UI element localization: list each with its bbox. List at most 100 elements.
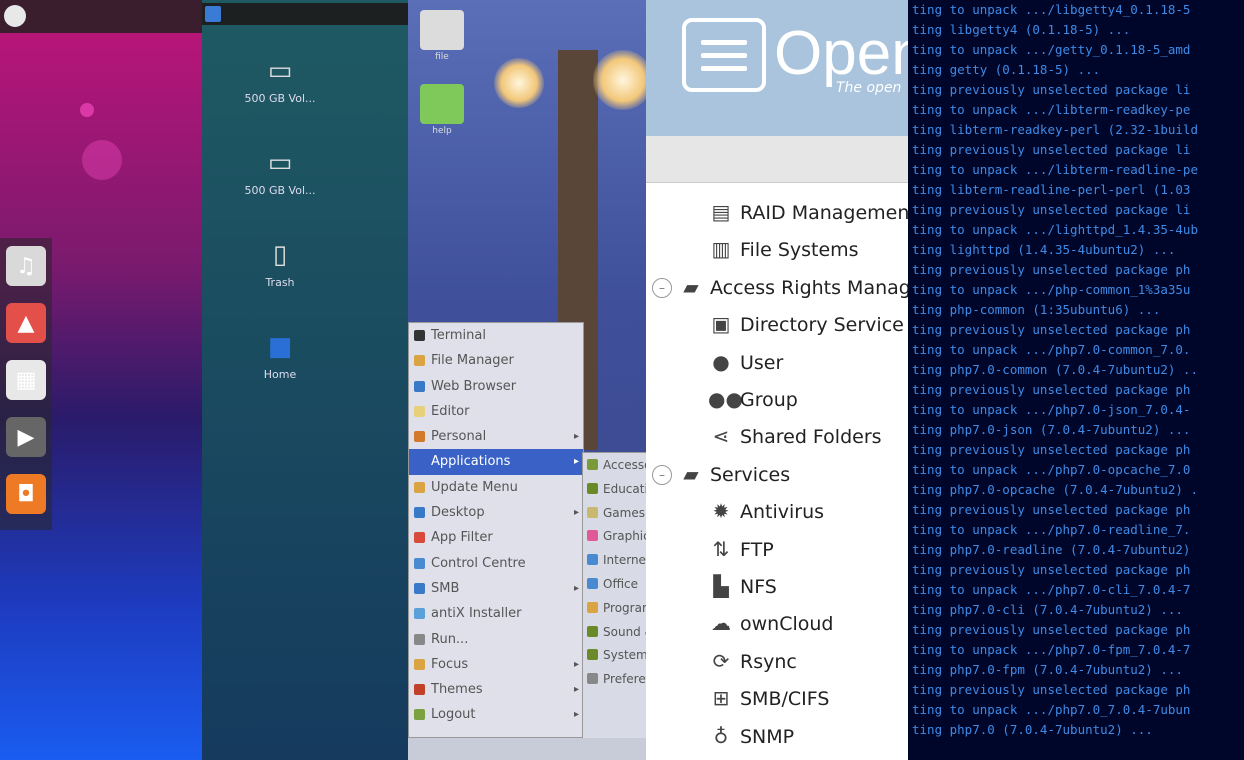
tree-item[interactable]: ⟳ Rsync xyxy=(708,646,797,676)
collapse-toggle-icon[interactable]: – xyxy=(652,465,672,486)
submenu-item[interactable]: Sound & Video xyxy=(583,620,646,644)
menu-item-label: App Filter xyxy=(431,530,493,546)
home-folder-icon: ■ xyxy=(267,332,293,362)
submenu-item[interactable]: Preferences xyxy=(583,667,646,691)
menu-item[interactable]: Logout ▸ xyxy=(409,702,583,727)
desktop-icon[interactable]: help xyxy=(418,84,466,136)
menu-item-icon xyxy=(414,684,425,696)
menu-item[interactable]: Editor xyxy=(409,399,583,424)
menu-item[interactable]: Personal ▸ xyxy=(409,424,583,449)
menu-item[interactable]: Web Browser xyxy=(409,374,583,399)
applications-submenu: Accessories Education Games Graphics Interne… xyxy=(582,452,646,740)
tree-item[interactable]: ●●Group xyxy=(708,384,798,414)
lamp-light xyxy=(593,50,646,110)
menu-item-label: antiX Installer xyxy=(431,606,522,622)
folder-icon: ▰ xyxy=(683,274,699,299)
terminal-line: ting previously unselected package ph xyxy=(912,502,1191,517)
menu-item[interactable]: SMB ▸ xyxy=(409,576,583,601)
submenu-item[interactable]: Internet xyxy=(583,548,646,572)
ubuntu-launcher: ♫ ▲ ▦ ▶ ◘ xyxy=(0,238,52,530)
submenu-item-icon xyxy=(587,673,598,685)
lamp-light xyxy=(494,58,544,108)
user-icon: ● xyxy=(712,349,730,374)
submenu-item-icon xyxy=(587,649,598,661)
menu-item[interactable]: Applications ▸ xyxy=(409,449,583,475)
start-menu-icon[interactable] xyxy=(205,6,221,22)
tree-item[interactable]: ✹ Antivirus xyxy=(708,496,824,526)
group-icon: ●● xyxy=(708,387,743,411)
desktop-icon[interactable]: ▭ 500 GB Vol... xyxy=(220,56,340,105)
collapse-toggle-icon[interactable]: – xyxy=(652,278,672,299)
terminal-line: ting libgetty4 (0.1.18-5) ... xyxy=(912,22,1131,37)
menu-item[interactable]: Update Menu xyxy=(409,475,583,500)
rsync-icon: ⟳ xyxy=(712,648,730,673)
menu-item[interactable]: antiX Installer xyxy=(409,601,583,626)
hamburger-menu-icon[interactable] xyxy=(682,18,766,92)
menu-item-icon xyxy=(414,481,425,493)
windows-icon: ⊞ xyxy=(712,686,730,711)
desktop-icon[interactable]: ■ Home xyxy=(220,332,340,381)
music-player-icon[interactable]: ♫ xyxy=(6,246,46,286)
openmediavault-panel: Open The open ▤ RAID Management ▥ File Syst… xyxy=(646,0,908,760)
submenu-item[interactable]: System xyxy=(583,643,646,667)
terminal-line: ting to unpack .../libterm-readline-pe xyxy=(912,162,1198,177)
raid-icon: ▤ xyxy=(711,200,731,224)
submenu-item[interactable]: Programming xyxy=(583,596,646,620)
menu-item-icon xyxy=(414,456,425,468)
submenu-item[interactable]: Graphics xyxy=(583,524,646,548)
tree-item-label: FTP xyxy=(740,538,774,561)
submenu-item[interactable]: Office xyxy=(583,572,646,596)
menu-item-icon xyxy=(414,709,425,721)
terminal-line: ting previously unselected package ph xyxy=(912,382,1191,397)
tree-item[interactable]: ▥ File Systems xyxy=(708,234,859,264)
submenu-item[interactable]: Education xyxy=(583,477,646,501)
tree-item[interactable]: ☁ ownCloud xyxy=(708,608,833,638)
submenu-item[interactable]: Accessories xyxy=(583,453,646,477)
menu-item[interactable]: Control Centre xyxy=(409,551,583,576)
ubuntu-software-icon[interactable]: ◘ xyxy=(6,474,46,514)
terminal-line: ting php7.0-cli (7.0.4-7ubuntu2) ... xyxy=(912,602,1183,617)
submenu-item-label: Education xyxy=(603,481,646,496)
tree-item[interactable]: ♁ SNMP xyxy=(708,721,794,751)
nfs-icon: ▙ xyxy=(713,574,729,598)
share-icon: ⋖ xyxy=(712,424,730,449)
menu-item-icon xyxy=(414,532,425,544)
image-viewer-icon[interactable]: ▲ xyxy=(6,303,46,343)
tree-item[interactable]: –▰ Access Rights Management xyxy=(652,272,908,302)
desktop-icon[interactable]: ▭ 500 GB Vol... xyxy=(220,148,340,197)
tree-item[interactable]: ⇅ FTP xyxy=(708,534,774,564)
ubuntu-logo-icon[interactable] xyxy=(4,5,26,27)
terminal-line: ting previously unselected package li xyxy=(912,82,1191,97)
terminal-line: ting to unpack .../php7.0-common_7.0. xyxy=(912,342,1191,357)
menu-item[interactable]: Focus ▸ xyxy=(409,652,583,677)
submenu-arrow-icon: ▸ xyxy=(573,431,579,443)
antivirus-icon: ✹ xyxy=(712,499,730,524)
menu-item[interactable]: Run... xyxy=(409,627,583,652)
tree-item[interactable]: ⊞ SMB/CIFS xyxy=(708,683,830,713)
desktop-icon[interactable]: ▯ Trash xyxy=(220,240,340,289)
desktop-icon[interactable]: file xyxy=(418,10,466,62)
video-player-icon[interactable]: ▶ xyxy=(6,417,46,457)
submenu-item[interactable]: Games xyxy=(583,501,646,525)
tree-item[interactable]: ▙ NFS xyxy=(708,571,777,601)
submenu-item-icon xyxy=(587,577,598,589)
tree-item[interactable]: – ▰ Services xyxy=(652,459,790,489)
folder-icon: ▰ xyxy=(683,461,699,486)
tree-item[interactable]: ▤ RAID Management xyxy=(708,197,908,227)
terminal-panel: ting to unpack .../libgetty4_0.1.18-5 tin… xyxy=(908,0,1244,760)
tree-item[interactable]: ⋖ Shared Folders xyxy=(708,421,882,451)
terminal-line: ting previously unselected package li xyxy=(912,202,1191,217)
terminal-line: ting to unpack .../php7.0-opcache_7.0 xyxy=(912,462,1191,477)
menu-item[interactable]: Terminal xyxy=(409,323,583,348)
tree-item[interactable]: ● User xyxy=(708,347,783,377)
menu-item[interactable]: File Manager xyxy=(409,348,583,373)
menu-item-label: Applications xyxy=(431,454,511,470)
menu-item[interactable]: Themes ▸ xyxy=(409,677,583,702)
menu-item[interactable]: Desktop ▸ xyxy=(409,500,583,525)
menu-item-label: SMB xyxy=(431,580,460,596)
menu-item-label: Run... xyxy=(431,631,469,647)
tree-item[interactable]: ▣ Directory Service xyxy=(708,309,904,339)
menu-item[interactable]: App Filter xyxy=(409,525,583,550)
terminal-line: ting lighttpd (1.4.35-4ubuntu2) ... xyxy=(912,242,1176,257)
calendar-icon[interactable]: ▦ xyxy=(6,360,46,400)
